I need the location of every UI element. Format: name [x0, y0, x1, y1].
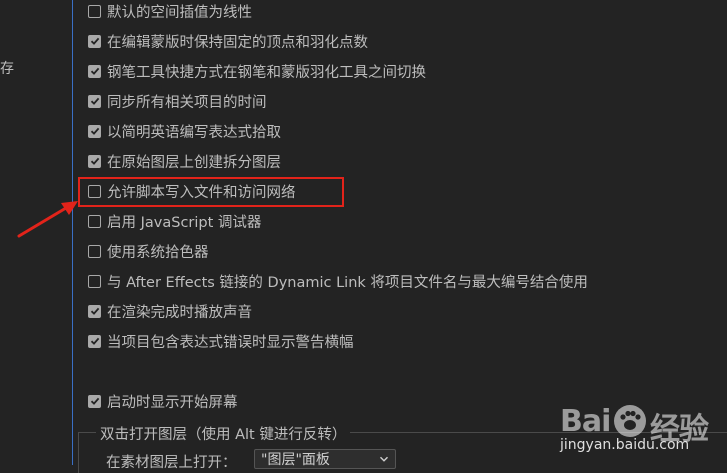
- checkmark-icon: [90, 397, 99, 405]
- paw-icon: [614, 405, 646, 437]
- option-system-color-picker[interactable]: 使用系统拾色器: [88, 242, 209, 261]
- annotation-arrow-icon: [17, 201, 78, 238]
- option-label: 在编辑蒙版时保持固定的顶点和羽化点数: [107, 34, 368, 51]
- footage-layer-dropdown[interactable]: "图层"面板: [254, 449, 396, 469]
- checkmark-icon: [90, 307, 99, 315]
- option-render-sound[interactable]: 在渲染完成时播放声音: [88, 302, 252, 321]
- option-start-screen[interactable]: 启动时显示开始屏幕: [88, 392, 238, 411]
- option-label: 在原始图层上创建拆分图层: [107, 154, 281, 171]
- option-preserve-mask-vertices[interactable]: 在编辑蒙版时保持固定的顶点和羽化点数: [88, 32, 368, 51]
- footage-layer-value: "图层"面板: [261, 452, 330, 468]
- checkbox[interactable]: [88, 184, 101, 198]
- checkmark-icon: [90, 97, 99, 105]
- option-label: 在渲染完成时播放声音: [107, 304, 252, 321]
- option-label: 钢笔工具快捷方式在钢笔和蒙版羽化工具之间切换: [107, 64, 426, 81]
- option-label: 使用系统拾色器: [107, 244, 209, 261]
- checkbox[interactable]: [88, 274, 101, 288]
- watermark-url: jingyan.baidu.com: [560, 437, 690, 453]
- watermark-brand-left: Bai: [560, 404, 611, 439]
- checkmark-icon: [90, 337, 99, 345]
- checkbox[interactable]: [88, 4, 101, 18]
- option-javascript-debugger[interactable]: 启用 JavaScript 调试器: [88, 212, 262, 231]
- checkbox-checked[interactable]: [88, 64, 101, 78]
- option-pen-tool-shortcut[interactable]: 钢笔工具快捷方式在钢笔和蒙版羽化工具之间切换: [88, 62, 426, 81]
- footage-layer-label: 在素材图层上打开：: [106, 455, 237, 471]
- baidu-jingyan-watermark: Bai 经验 jingyan.baidu.com: [560, 396, 727, 465]
- double-click-group-title: 双击打开图层（使用 Alt 键进行反转）: [96, 423, 351, 444]
- option-linear-interpolation[interactable]: 默认的空间插值为线性: [88, 2, 252, 21]
- option-label: 当项目包含表达式错误时显示警告横幅: [107, 334, 354, 351]
- checkbox-checked[interactable]: [88, 124, 101, 138]
- option-sync-time[interactable]: 同步所有相关项目的时间: [88, 92, 267, 111]
- option-label: 与 After Effects 链接的 Dynamic Link 将项目文件名与…: [107, 274, 588, 291]
- checkmark-icon: [90, 67, 99, 75]
- option-label: 默认的空间插值为线性: [107, 4, 252, 21]
- checkbox-checked[interactable]: [88, 154, 101, 168]
- checkbox-checked[interactable]: [88, 394, 101, 408]
- checkmark-icon: [90, 127, 99, 135]
- checkbox[interactable]: [88, 214, 101, 228]
- checkbox-checked[interactable]: [88, 304, 101, 318]
- option-plain-english-pickwhip[interactable]: 以简明英语编写表达式拾取: [88, 122, 281, 141]
- checkbox-checked[interactable]: [88, 334, 101, 348]
- option-expression-error-banner[interactable]: 当项目包含表达式错误时显示警告横幅: [88, 332, 354, 351]
- checkbox[interactable]: [88, 244, 101, 258]
- option-label: 启用 JavaScript 调试器: [107, 214, 262, 231]
- option-dynamic-link-filename[interactable]: 与 After Effects 链接的 Dynamic Link 将项目文件名与…: [88, 272, 588, 291]
- left-panel-label[interactable]: 存: [0, 58, 14, 78]
- option-split-layers[interactable]: 在原始图层上创建拆分图层: [88, 152, 281, 171]
- option-label: 允许脚本写入文件和访问网络: [107, 184, 296, 201]
- option-allow-scripts-network[interactable]: 允许脚本写入文件和访问网络: [88, 182, 296, 201]
- checkmark-icon: [90, 157, 99, 165]
- option-label: 同步所有相关项目的时间: [107, 94, 267, 111]
- option-label: 启动时显示开始屏幕: [107, 394, 238, 411]
- chevron-down-icon: [379, 456, 389, 462]
- checkbox-checked[interactable]: [88, 94, 101, 108]
- checkbox-checked[interactable]: [88, 34, 101, 48]
- option-label: 以简明英语编写表达式拾取: [107, 124, 281, 141]
- checkmark-icon: [90, 37, 99, 45]
